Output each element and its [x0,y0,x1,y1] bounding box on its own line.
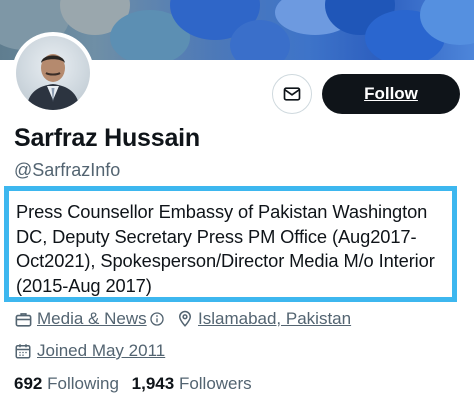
briefcase-icon [15,312,32,327]
user-handle: @SarfrazInfo [14,160,121,180]
bio-highlight-box: Press Counsellor Embassy of Pakistan Was… [4,186,457,302]
bio-text: Press Counsellor Embassy of Pakistan Was… [16,201,435,296]
display-name: Sarfraz Hussain [14,124,200,152]
category-label[interactable]: Media & News [37,309,147,329]
follow-stats: 692 Following 1,943 Followers [14,374,252,394]
following-label: Following [47,374,119,393]
location-item[interactable]: Islamabad, Pakistan [176,309,351,329]
following-link[interactable]: 692 Following [14,374,124,393]
category-item[interactable]: Media & News [14,309,165,329]
following-count: 692 [14,374,43,393]
followers-label: Followers [178,374,252,393]
location-pin-icon [178,310,192,327]
followers-count: 1,943 [131,374,175,393]
location-label[interactable]: Islamabad, Pakistan [198,309,351,329]
joined-label: Joined May 2011 [37,341,166,360]
mail-icon [283,87,301,101]
follow-button-label: Follow [364,84,418,103]
follow-button[interactable]: Follow [322,74,460,114]
calendar-icon [15,344,31,359]
info-icon[interactable] [149,311,165,327]
avatar[interactable] [12,32,94,114]
message-button[interactable] [272,74,312,114]
followers-link[interactable]: 1,943 Followers [132,374,252,393]
avatar-photo [16,36,90,110]
joined-item: Joined May 2011 [14,341,165,361]
